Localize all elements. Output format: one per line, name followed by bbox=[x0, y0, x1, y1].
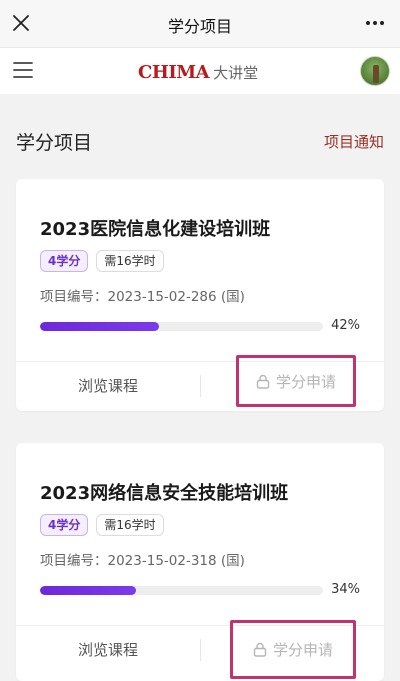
progress-fill bbox=[40, 586, 137, 595]
chima-logo[interactable]: CHIMA 大讲堂 bbox=[138, 60, 258, 84]
window-title: 学分项目 bbox=[167, 17, 232, 36]
button-separator bbox=[200, 639, 201, 661]
credit-apply-button[interactable]: 学分申请 bbox=[230, 620, 356, 679]
hours-badge: 需16学时 bbox=[96, 250, 164, 272]
progress-percent: 34% bbox=[331, 582, 360, 597]
progress-bar bbox=[40, 586, 323, 595]
project-card: 2023网络信息安全技能培训班 4学分 需16学时 项目编号：2023-15-0… bbox=[16, 443, 384, 681]
credit-apply-label: 学分申请 bbox=[272, 641, 333, 659]
project-name: 2023医院信息化建设培训班 bbox=[40, 219, 271, 240]
project-name: 2023网络信息安全技能培训班 bbox=[40, 483, 289, 504]
window-titlebar: 学分项目 bbox=[0, 0, 400, 48]
credit-apply-button[interactable]: 学分申请 bbox=[236, 355, 356, 407]
logo-brand: CHIMA bbox=[138, 61, 210, 83]
avatar[interactable] bbox=[360, 56, 390, 86]
progress-bar bbox=[40, 322, 323, 331]
progress-fill bbox=[40, 322, 159, 331]
project-code: 项目编号：2023-15-02-286 (国) bbox=[40, 289, 245, 305]
menu-icon[interactable] bbox=[12, 60, 34, 80]
lock-icon bbox=[256, 374, 270, 389]
credit-apply-label: 学分申请 bbox=[275, 372, 336, 391]
lock-icon bbox=[253, 642, 267, 657]
project-code: 项目编号：2023-15-02-318 (国) bbox=[40, 553, 245, 569]
top-navbar: CHIMA 大讲堂 bbox=[0, 48, 400, 94]
credit-badge: 4学分 bbox=[40, 514, 89, 536]
page-title: 学分项目 bbox=[16, 132, 93, 154]
logo-subtitle: 大讲堂 bbox=[213, 63, 259, 82]
hours-badge: 需16学时 bbox=[96, 514, 164, 536]
more-icon[interactable] bbox=[364, 14, 386, 32]
section-header: 学分项目 项目通知 bbox=[16, 128, 384, 156]
credit-badge: 4学分 bbox=[40, 250, 89, 272]
project-badges: 4学分 需16学时 bbox=[40, 514, 164, 536]
project-badges: 4学分 需16学时 bbox=[40, 250, 164, 272]
progress-percent: 42% bbox=[331, 318, 360, 333]
project-card: 2023医院信息化建设培训班 4学分 需16学时 项目编号：2023-15-02… bbox=[16, 179, 384, 411]
button-separator bbox=[200, 375, 201, 397]
project-notice-link[interactable]: 项目通知 bbox=[324, 131, 384, 152]
browse-courses-button[interactable]: 浏览课程 bbox=[16, 626, 200, 674]
browse-courses-button[interactable]: 浏览课程 bbox=[16, 362, 200, 410]
